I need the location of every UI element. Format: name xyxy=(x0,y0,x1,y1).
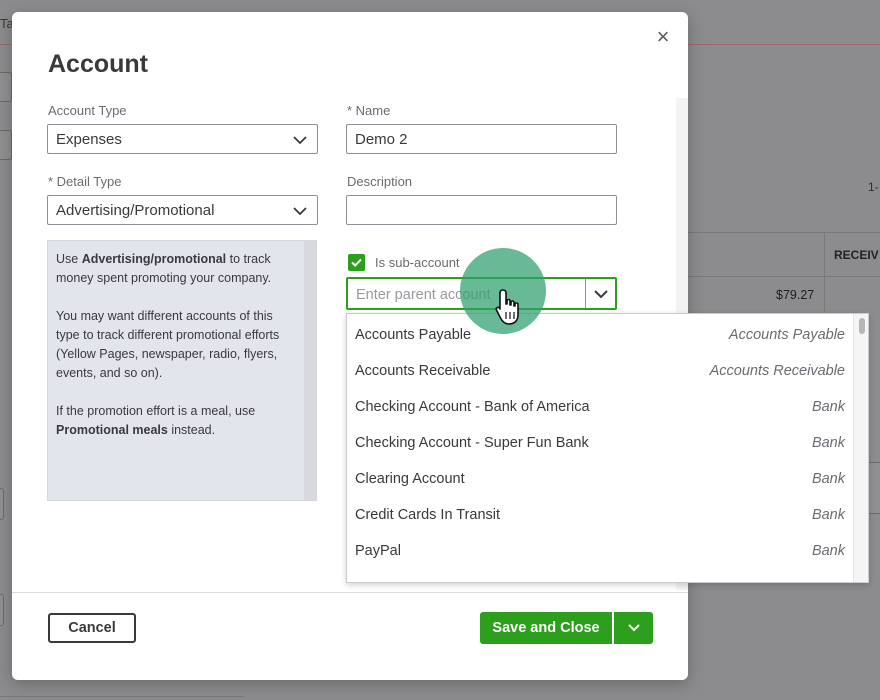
close-icon[interactable]: × xyxy=(652,26,674,48)
detail-type-help: Use Advertising/promotional to track mon… xyxy=(47,240,317,501)
dropdown-scroll-thumb[interactable] xyxy=(859,318,865,334)
background-field xyxy=(0,594,4,626)
help-paragraph: Use Advertising/promotional to track mon… xyxy=(56,252,272,285)
dropdown-option[interactable]: Credit Cards In Transit Bank xyxy=(347,498,855,534)
checkmark-icon xyxy=(351,258,362,267)
option-type: Bank xyxy=(811,543,845,559)
chevron-down-icon[interactable] xyxy=(593,283,609,308)
account-type-select[interactable]: Expenses xyxy=(47,124,318,154)
save-and-close-button[interactable]: Save and Close xyxy=(480,612,612,644)
account-type-label: Account Type xyxy=(48,103,127,118)
background-divider xyxy=(688,276,880,277)
background-field xyxy=(0,130,12,160)
name-input[interactable]: Demo 2 xyxy=(346,124,617,154)
option-type: Bank xyxy=(811,471,845,487)
option-name: Credit Cards In Transit xyxy=(355,507,501,523)
option-type: Accounts Receivable xyxy=(709,363,845,379)
help-scrollbar[interactable] xyxy=(304,241,316,500)
dropdown-scrollbar[interactable] xyxy=(853,314,868,582)
background-divider xyxy=(824,232,825,312)
option-name: Checking Account - Super Fun Bank xyxy=(355,435,589,451)
dropdown-option[interactable]: PayPal Bank xyxy=(347,534,855,570)
dropdown-option[interactable]: Accounts Receivable Accounts Receivable xyxy=(347,354,855,390)
help-paragraph: You may want different accounts of this … xyxy=(56,309,280,380)
option-name: Clearing Account xyxy=(355,471,465,487)
dialog-title: Account xyxy=(48,50,148,78)
footer-divider xyxy=(12,592,688,593)
option-name: Accounts Payable xyxy=(355,327,472,343)
description-input[interactable] xyxy=(346,195,617,225)
dropdown-option[interactable]: Checking Account - Bank of America Bank xyxy=(347,390,855,426)
background-amount: $79.27 xyxy=(776,288,815,302)
dropdown-option[interactable]: Checking Account - Super Fun Bank Bank xyxy=(347,426,855,462)
background-field xyxy=(0,488,4,520)
sub-account-label: Is sub-account xyxy=(375,255,460,270)
dropdown-option[interactable]: Accounts Payable Accounts Payable xyxy=(347,318,855,354)
background-divider xyxy=(688,232,880,233)
option-name: Accounts Receivable xyxy=(355,363,491,379)
option-name: Checking Account - Bank of America xyxy=(355,399,590,415)
detail-type-label: * Detail Type xyxy=(48,174,122,189)
chevron-down-icon xyxy=(293,196,307,236)
cancel-button[interactable]: Cancel xyxy=(48,613,136,643)
option-type: Accounts Payable xyxy=(728,327,845,343)
option-name: PayPal xyxy=(355,543,401,559)
hand-pointer-icon xyxy=(495,289,519,325)
help-paragraph: If the promotion effort is a meal, use P… xyxy=(56,404,256,437)
option-type: Bank xyxy=(811,399,845,415)
background-divider xyxy=(0,696,244,697)
detail-type-value: Advertising/Promotional xyxy=(56,202,215,219)
dropdown-option[interactable]: Clearing Account Bank xyxy=(347,462,855,498)
background-field xyxy=(0,72,12,102)
name-value: Demo 2 xyxy=(355,131,408,148)
combobox-divider xyxy=(585,279,586,308)
background-column-header: RECEIV xyxy=(834,248,879,262)
save-options-button[interactable] xyxy=(614,612,653,644)
background-text: 1- xyxy=(868,180,879,194)
parent-account-dropdown: Accounts Payable Accounts Payable Accoun… xyxy=(346,313,869,583)
sub-account-checkbox[interactable] xyxy=(348,254,365,271)
description-label: Description xyxy=(347,174,413,189)
name-label: * Name xyxy=(347,103,391,118)
detail-type-select[interactable]: Advertising/Promotional xyxy=(47,195,318,225)
chevron-down-icon xyxy=(627,624,640,632)
chevron-down-icon xyxy=(293,125,307,165)
option-type: Bank xyxy=(811,435,845,451)
account-type-value: Expenses xyxy=(56,131,122,148)
option-type: Bank xyxy=(811,507,845,523)
